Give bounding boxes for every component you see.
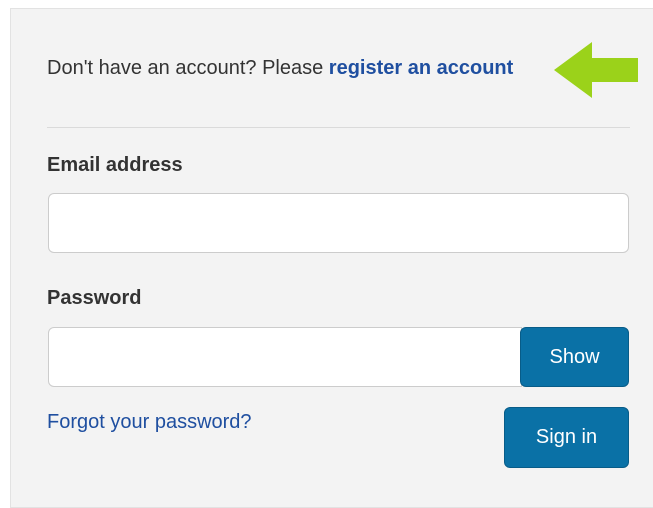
email-label: Email address [47,154,183,176]
password-field[interactable] [48,327,522,387]
arrow-left-icon [554,42,638,98]
password-label: Password [47,287,142,309]
register-link[interactable]: register an account [329,57,514,79]
register-prompt: Don't have an account? Please register a… [47,52,567,85]
forgot-password-link[interactable]: Forgot your password? [47,411,252,434]
email-field[interactable] [48,193,629,253]
register-prefix: Don't have an account? Please [47,57,329,79]
divider [47,127,630,128]
show-password-button[interactable]: Show [520,327,629,387]
sign-in-button[interactable]: Sign in [504,407,629,468]
